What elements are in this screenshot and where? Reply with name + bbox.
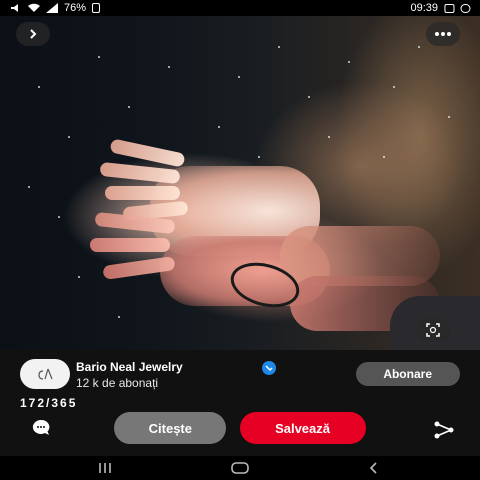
- save-label: Salvează: [275, 420, 331, 436]
- nav-back-icon: [369, 462, 377, 474]
- screen: 09:39 76% Bario Neal Jewelry 12 k de abo…: [0, 0, 480, 480]
- subscribe-label: Abonare: [383, 367, 433, 381]
- subscriber-count: 12 k de abonați: [76, 376, 159, 390]
- wifi-icon: [28, 3, 40, 12]
- read-label: Citește: [148, 420, 192, 436]
- creator-logo-icon: [38, 368, 53, 380]
- share-button[interactable]: [432, 420, 456, 440]
- home-icon: [231, 462, 249, 474]
- subscribe-button[interactable]: Abonare: [356, 362, 460, 386]
- avatar[interactable]: [20, 359, 70, 389]
- recents-icon: [99, 463, 111, 473]
- visual-search-button[interactable]: [416, 318, 450, 342]
- status-time: 09:39: [410, 2, 438, 14]
- recents-button[interactable]: [95, 460, 115, 476]
- finger: [105, 186, 180, 200]
- pin-counter: 172/365: [20, 396, 78, 410]
- signal-icon: [46, 3, 58, 13]
- whatsapp-notification-icon: [460, 3, 470, 13]
- back-button[interactable]: [16, 22, 50, 46]
- pin-image[interactable]: [0, 16, 480, 350]
- more-button[interactable]: [426, 22, 460, 46]
- system-nav-bar: [0, 456, 480, 480]
- creator-name[interactable]: Bario Neal Jewelry: [76, 360, 236, 374]
- gallery-notification-icon: [444, 3, 454, 13]
- share-icon: [434, 421, 454, 439]
- finger: [99, 161, 181, 185]
- battery-icon: [92, 3, 101, 13]
- battery-percent: 76%: [64, 2, 87, 14]
- mute-icon: [11, 4, 18, 12]
- status-left: 09:39: [410, 2, 470, 14]
- back-icon: [30, 29, 37, 39]
- more-icon: [435, 32, 451, 36]
- nav-back-button[interactable]: [364, 460, 384, 476]
- visual-search-icon: [426, 323, 440, 337]
- save-button[interactable]: Salvează: [240, 412, 366, 444]
- read-button[interactable]: Citește: [114, 412, 226, 444]
- comment-button[interactable]: [30, 418, 52, 438]
- status-right: 76%: [10, 2, 101, 14]
- home-button[interactable]: [230, 460, 250, 476]
- status-bar: 09:39 76%: [0, 0, 480, 16]
- finger: [90, 238, 170, 252]
- verified-icon: [265, 365, 273, 372]
- comment-icon: [32, 419, 50, 435]
- verified-badge: [262, 361, 276, 375]
